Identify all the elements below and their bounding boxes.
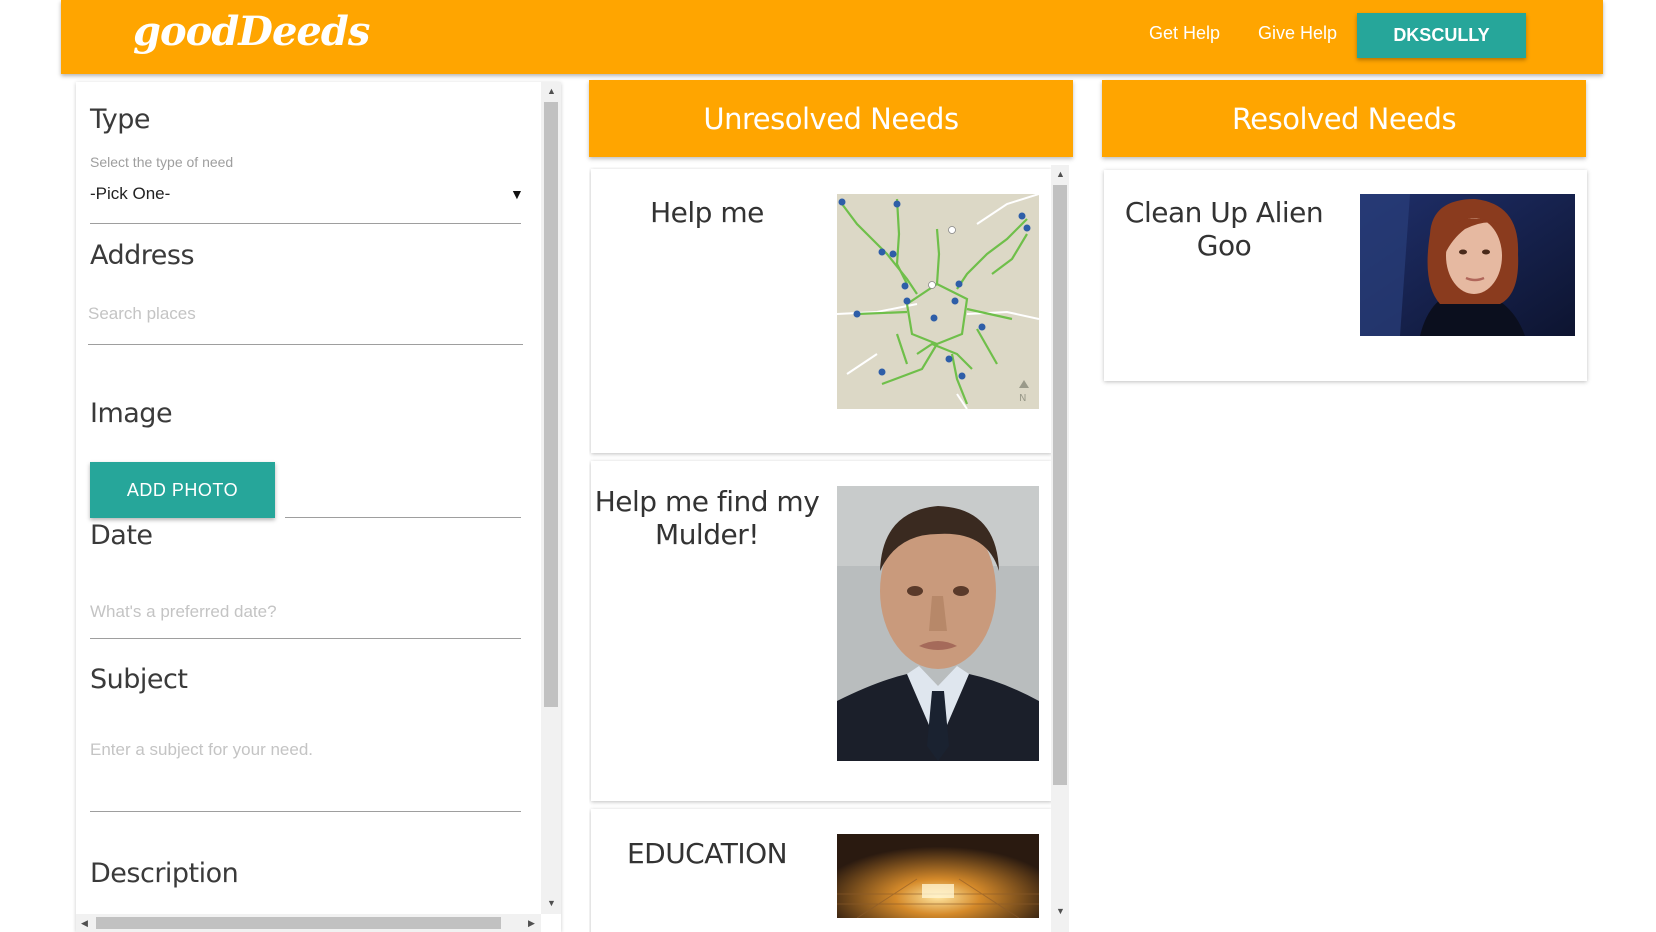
address-placeholder: Search places — [88, 304, 196, 323]
type-select[interactable]: -Pick One- ▼ — [90, 174, 524, 208]
image-title: Image — [90, 398, 173, 429]
user-account-button[interactable]: DKSCULLY — [1357, 13, 1526, 58]
need-card-title: Help me — [650, 196, 764, 229]
new-need-form: Type Select the type of need -Pick One- … — [76, 82, 561, 932]
address-input[interactable]: Search places — [88, 294, 523, 334]
app-header: goodDeeds Get Help Give Help DKSCULLY — [61, 0, 1603, 74]
address-title: Address — [90, 240, 195, 271]
need-card[interactable]: Help me N — [591, 169, 1052, 453]
give-help-link[interactable]: Give Help — [1258, 23, 1337, 44]
form-horizontal-scrollbar[interactable]: ◀ ▶ — [76, 914, 541, 932]
scroll-right-arrow-icon[interactable]: ▶ — [528, 918, 535, 929]
get-help-link[interactable]: Get Help — [1149, 23, 1220, 44]
form-content: Type Select the type of need -Pick One- … — [76, 82, 541, 914]
resolved-needs-header: Resolved Needs — [1102, 80, 1586, 157]
scroll-down-arrow-icon[interactable]: ▼ — [547, 898, 556, 908]
description-title: Description — [90, 858, 239, 889]
type-title: Type — [90, 104, 151, 135]
date-underline — [90, 638, 521, 639]
add-photo-button[interactable]: ADD PHOTO — [90, 462, 275, 518]
need-card[interactable]: Help me find my Mulder! — [591, 461, 1052, 801]
unresolved-needs-list: Help me N Help me find my Mulder! EDUCAT… — [589, 167, 1074, 932]
type-select-value: -Pick One- — [90, 184, 171, 203]
resolved-card-title: Clean Up Alien Goo — [1124, 196, 1324, 262]
image-filename-underline[interactable] — [285, 517, 521, 518]
need-card[interactable]: EDUCATION — [591, 809, 1052, 932]
subject-underline — [90, 811, 521, 812]
scroll-left-arrow-icon[interactable]: ◀ — [81, 918, 88, 929]
need-card-title: EDUCATION — [626, 837, 788, 870]
app-logo[interactable]: goodDeeds — [133, 8, 370, 55]
form-hscroll-thumb[interactable] — [96, 917, 501, 929]
scroll-up-arrow-icon[interactable]: ▲ — [1056, 169, 1065, 179]
subject-placeholder: Enter a subject for your need. — [90, 740, 314, 759]
man-portrait-image — [837, 486, 1039, 761]
date-title: Date — [90, 520, 153, 551]
map-image: N — [836, 193, 1040, 410]
type-underline — [90, 223, 521, 224]
unresolved-list-scrollbar[interactable]: ▲ ▼ — [1051, 165, 1069, 932]
subject-title: Subject — [90, 664, 188, 695]
form-vertical-scrollbar[interactable]: ▲ ▼ — [541, 82, 561, 914]
need-card-title: Help me find my Mulder! — [594, 485, 820, 551]
woman-portrait-image — [1360, 194, 1575, 336]
svg-text:N: N — [1019, 393, 1026, 404]
date-input[interactable]: What's a preferred date? — [90, 592, 521, 632]
form-scroll-thumb[interactable] — [544, 102, 558, 707]
dropdown-arrow-icon: ▼ — [510, 186, 524, 202]
scroll-up-arrow-icon[interactable]: ▲ — [547, 86, 556, 96]
scroll-down-arrow-icon[interactable]: ▼ — [1056, 906, 1065, 916]
unresolved-needs-header: Unresolved Needs — [589, 80, 1073, 157]
subject-input[interactable]: Enter a subject for your need. — [90, 728, 521, 808]
date-placeholder: What's a preferred date? — [90, 602, 277, 621]
lecture-hall-image — [837, 834, 1039, 919]
address-underline — [88, 344, 523, 345]
resolved-need-card[interactable]: Clean Up Alien Goo — [1104, 170, 1587, 381]
type-label: Select the type of need — [90, 154, 234, 170]
unresolved-scroll-thumb[interactable] — [1053, 185, 1067, 785]
